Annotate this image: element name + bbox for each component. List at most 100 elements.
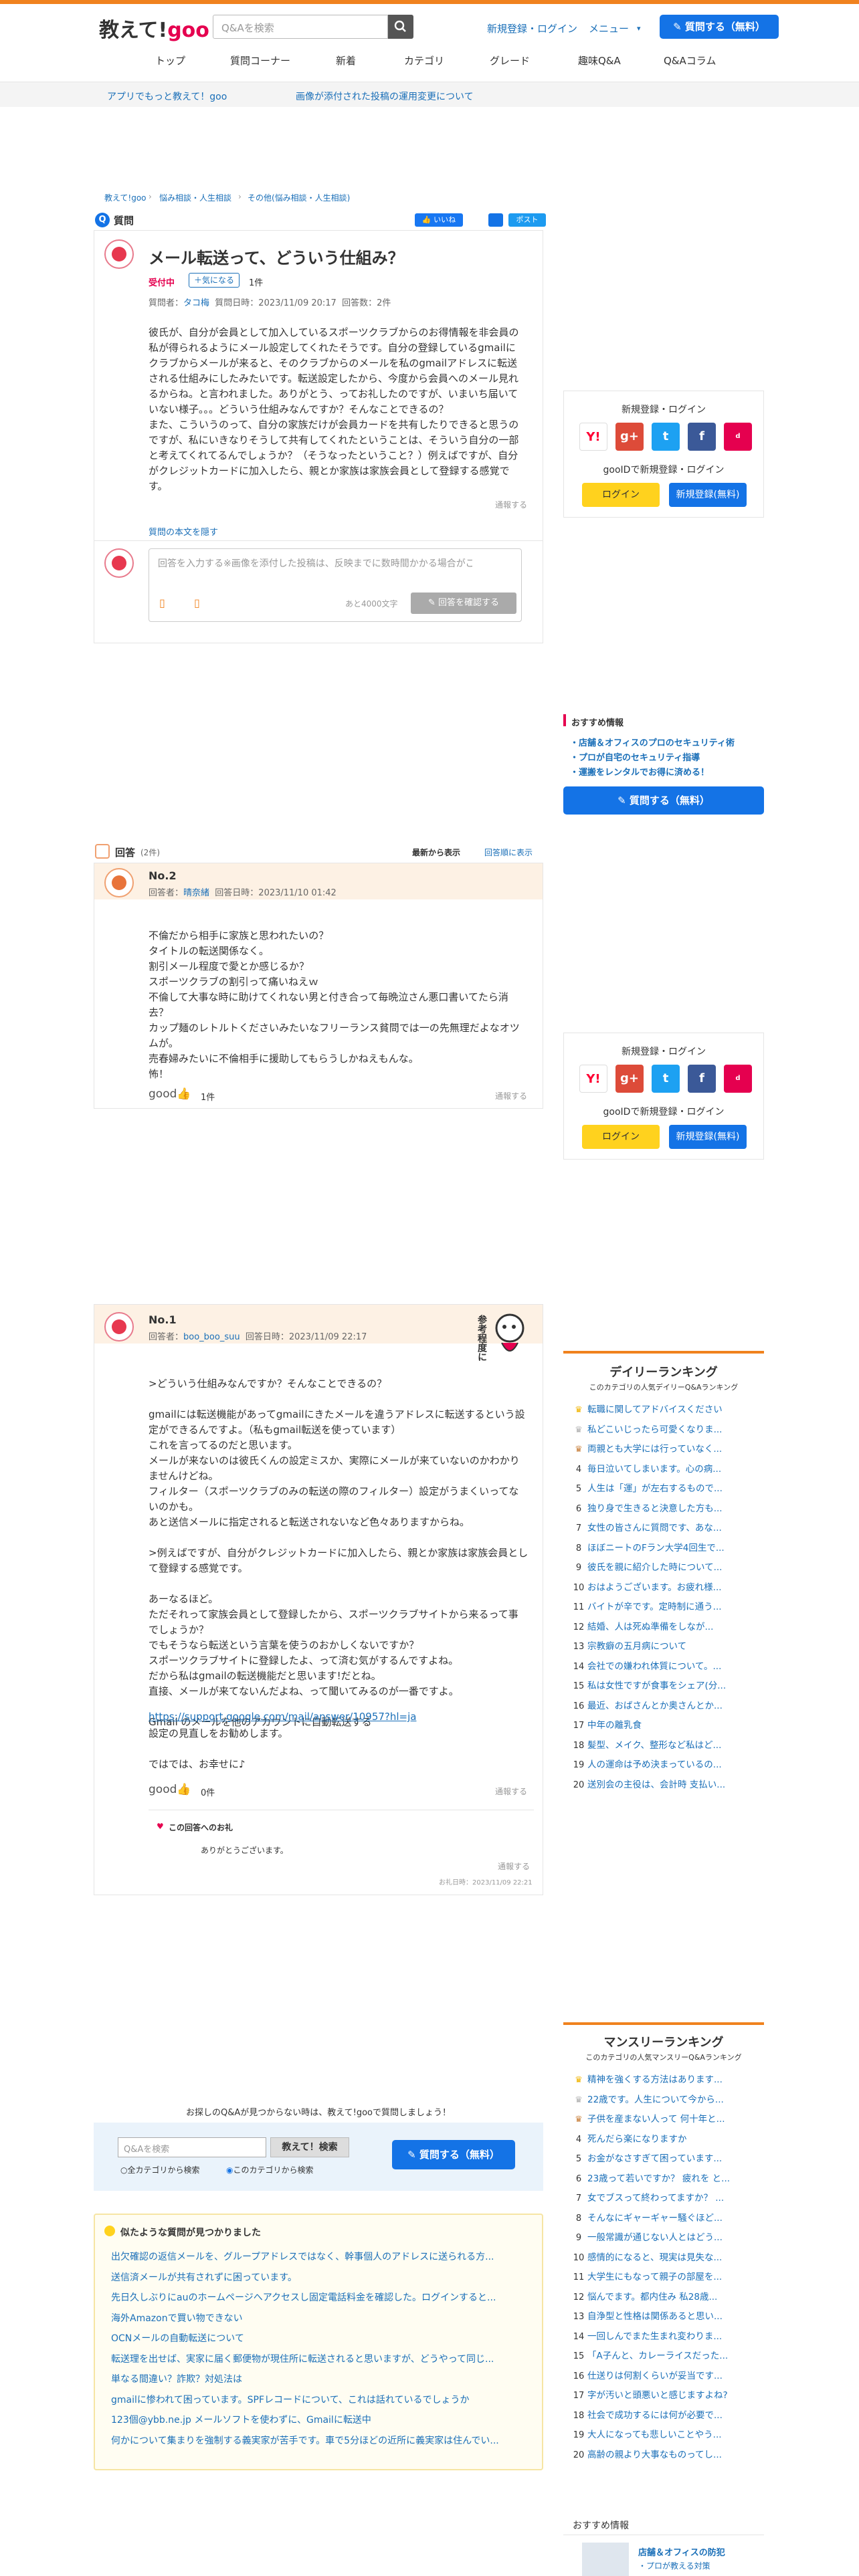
- bottom-search-button[interactable]: 教えて！検索: [270, 2137, 349, 2157]
- twitter-icon[interactable]: t: [652, 423, 680, 451]
- ranking-item[interactable]: 8 ほぼニートのFラン大学4回生で...: [570, 1540, 759, 1553]
- good-button[interactable]: good👍: [149, 1783, 191, 1796]
- ranking-item[interactable]: 9 彼氏を親に紹介した時について...: [570, 1560, 759, 1573]
- ranking-item[interactable]: ♛ 私どこいじったら可愛くなりま...: [570, 1422, 759, 1435]
- bottom-ask-button[interactable]: ✎ 質問する（無料）: [392, 2140, 515, 2169]
- ranking-item[interactable]: 16 仕送りは何割くらいが妥当です...: [570, 2368, 759, 2381]
- docomo-icon[interactable]: d: [724, 423, 752, 451]
- similar-question-link[interactable]: 送信済メールが共有されずに困っています。: [111, 2270, 523, 2284]
- ranking-item[interactable]: 14 一回しんでまた生まれ変わりま...: [570, 2329, 759, 2342]
- sort-newest[interactable]: 最新から表示: [412, 847, 460, 858]
- facebook-icon[interactable]: f: [688, 423, 716, 451]
- ranking-item[interactable]: 11 大学生にもなって親子の部屋を...: [570, 2269, 759, 2282]
- ranking-item[interactable]: 11 バイトが辛です。定時制に通う...: [570, 1599, 759, 1612]
- facebook-icon[interactable]: f: [688, 1065, 716, 1093]
- ranking-item[interactable]: ♛ 転職に関してアドバイスください: [570, 1402, 759, 1415]
- question-report-link[interactable]: 通報する: [495, 499, 527, 510]
- similar-question-link[interactable]: 単なる間違い？詐欺？対処法は: [111, 2372, 523, 2385]
- ranking-item[interactable]: ♛ 精神を強くする方法はあります...: [570, 2072, 759, 2085]
- nav-grade[interactable]: グレード: [490, 53, 530, 68]
- ranking-item[interactable]: 9 一般常識が通じない人とはどう...: [570, 2230, 759, 2243]
- answerer-link[interactable]: 晴奈緒: [183, 888, 209, 898]
- ranking-item[interactable]: 16 最近、おばさんとか奥さんとか...: [570, 1698, 759, 1711]
- similar-question-link[interactable]: 先日久しぶりにauのホームページへアクセスし固定電話料金を確認した。ログインする…: [111, 2290, 523, 2304]
- similar-question-link[interactable]: gmailに惨われて困っています。SPFレコードについて、これは話れているでしょ…: [111, 2393, 523, 2406]
- answerer-link[interactable]: boo_boo_suu: [183, 1332, 240, 1342]
- ranking-item[interactable]: 10 感情的になると、現実は見失な...: [570, 2250, 759, 2263]
- recommend-heading[interactable]: 店舗＆オフィスの防犯: [638, 2545, 725, 2558]
- ranking-item[interactable]: 20 送別会の主役は、会計時 支払い...: [570, 1777, 759, 1790]
- similar-question-link[interactable]: 123個@ybb.ne.jp メールソフトを使わずに、Gmailに転送中: [111, 2413, 523, 2426]
- similar-question-link[interactable]: 何かについて集まりを強制する義実家が苦手です。車で5分ほどの近所に義実家は住んで…: [111, 2434, 523, 2447]
- ranking-item[interactable]: ♛ 両親とも大学には行っていなく...: [570, 1441, 759, 1455]
- nav-new[interactable]: 新着: [336, 53, 356, 68]
- ranking-item[interactable]: 7 女性の皆さんに質問です、あな...: [570, 1520, 759, 1533]
- like-button[interactable]: 👍 いいね 787: [415, 213, 463, 237]
- ranking-item[interactable]: 8 そんなにギャーギャー騒ぐほど...: [570, 2210, 759, 2224]
- ranking-item[interactable]: 20 高齢の親より大事なものってし...: [570, 2447, 759, 2460]
- menu-link[interactable]: メニュー: [589, 21, 629, 35]
- sort-answer-order[interactable]: 回答順に表示: [484, 847, 533, 858]
- ranking-item[interactable]: 10 おはようございます。お疲れ様...: [570, 1580, 759, 1593]
- ranking-item[interactable]: 4 毎日泣いてしまいます。心の病...: [570, 1461, 759, 1475]
- similar-question-link[interactable]: 出欠確認の返信メールを、グループアドレスではなく、幹事個人のアドレスに送られる方…: [111, 2250, 523, 2263]
- ranking-item[interactable]: 18 髪型、メイク、整形など私はど...: [570, 1737, 759, 1751]
- header-search-input[interactable]: Q&Aを検索: [213, 15, 388, 39]
- ranking-item[interactable]: 17 字が汚いと頭悪いと感じますよね?: [570, 2387, 759, 2401]
- ranking-item[interactable]: 5 お金がなさすぎて困っています...: [570, 2151, 759, 2164]
- questioner-link[interactable]: タコ梅: [183, 298, 209, 308]
- ranking-item[interactable]: 18 社会で成功するには何が必要で...: [570, 2407, 759, 2421]
- answer-report-link[interactable]: 通報する: [495, 1090, 527, 1101]
- nav-category[interactable]: カテゴリ: [404, 53, 444, 68]
- ask-question-button[interactable]: ✎ 質問する（無料）: [660, 15, 779, 39]
- google-plus-icon[interactable]: g+: [615, 423, 644, 451]
- answer-report-link[interactable]: 通報する: [495, 1786, 527, 1797]
- twitter-icon[interactable]: t: [652, 1065, 680, 1093]
- ranking-item[interactable]: 19 大人になっても悲しいことやう...: [570, 2427, 759, 2440]
- breadcrumb-item[interactable]: 教えて!goo: [104, 192, 147, 203]
- recommend-item[interactable]: ・プロが教える対策: [638, 2560, 710, 2571]
- similar-question-link[interactable]: 転送理を出せば、実家に届く郵便物が現住所に転送されると思いますが、どうやって同じ…: [111, 2352, 523, 2365]
- recommend-item[interactable]: 店舗＆オフィスのプロのセキュリティ術: [570, 736, 735, 748]
- recommend-thumbnail[interactable]: [582, 2543, 629, 2576]
- ranking-item[interactable]: ♛ 22歳です。人生について今から...: [570, 2092, 759, 2105]
- good-button[interactable]: good👍: [149, 1087, 191, 1101]
- similar-question-link[interactable]: 海外Amazonで買い物できない: [111, 2311, 523, 2325]
- ranking-item[interactable]: 6 独り身で生きると決意した方も...: [570, 1501, 759, 1514]
- site-logo[interactable]: 教えて!goo: [99, 13, 209, 43]
- ranking-item[interactable]: 7 女でブスって終わってますか？ ...: [570, 2190, 759, 2204]
- thanks-report-link[interactable]: 通報する: [498, 1860, 530, 1872]
- confirm-answer-button[interactable]: ✎ 回答を確認する: [411, 593, 516, 614]
- radio-all-categories[interactable]: ○全カテゴリから検索: [120, 2164, 200, 2175]
- bottom-search-input[interactable]: Q&Aを検索: [118, 2137, 266, 2157]
- hide-question-link[interactable]: 質問の本文を隠す: [149, 525, 218, 538]
- side-login-button[interactable]: ログイン: [582, 483, 660, 507]
- breadcrumb-item[interactable]: 悩み相談・人生相談: [159, 192, 231, 203]
- ranking-item[interactable]: 15 私は女性ですが食事をシェア(分...: [570, 1678, 759, 1691]
- emoji-icon[interactable]: ▯: [194, 597, 200, 609]
- interest-button[interactable]: ＋気になる: [189, 273, 240, 288]
- side-register-button[interactable]: 新規登録(無料): [669, 1125, 747, 1149]
- nav-qa-column[interactable]: Q&Aコラム: [664, 53, 716, 68]
- nav-top[interactable]: トップ: [155, 53, 185, 68]
- ranking-item[interactable]: 13 自浄型と性格は関係あると思い...: [570, 2309, 759, 2322]
- ranking-item[interactable]: 15 「A子んと、カレーライスだった...: [570, 2348, 759, 2361]
- yahoo-icon[interactable]: Y!: [579, 423, 607, 451]
- tweet-button[interactable]: ポスト: [508, 213, 546, 227]
- ranking-item[interactable]: 5 人生は「運」が左右するもので...: [570, 1481, 759, 1494]
- recommend-item[interactable]: プロが自宅のセキュリティ指導: [570, 750, 700, 763]
- docomo-icon[interactable]: d: [724, 1065, 752, 1093]
- ranking-item[interactable]: ♛ 子供を産まない人って 何十年と...: [570, 2111, 759, 2125]
- recommend-item[interactable]: 運搬をレンタルでお得に済める！: [570, 765, 709, 778]
- ranking-item[interactable]: 13 宗教癖の五月病について: [570, 1638, 759, 1652]
- similar-question-link[interactable]: OCNメールの自動転送について: [111, 2331, 523, 2345]
- google-plus-icon[interactable]: g+: [615, 1065, 644, 1093]
- side-register-button[interactable]: 新規登録(無料): [669, 483, 747, 507]
- ranking-item[interactable]: 14 会社での嫌われ体質について。...: [570, 1658, 759, 1672]
- support-link[interactable]: https://support.google.com/mail/answer/1…: [149, 1711, 416, 1723]
- ranking-item[interactable]: 4 死んだら楽になりますか: [570, 2131, 759, 2145]
- radio-this-category[interactable]: ◉このカテゴリから検索: [226, 2164, 314, 2175]
- nav-hobby-qa[interactable]: 趣味Q&A: [578, 53, 621, 68]
- image-icon[interactable]: ▯: [159, 597, 165, 609]
- side-ask-button[interactable]: ✎ 質問する（無料）: [563, 786, 764, 815]
